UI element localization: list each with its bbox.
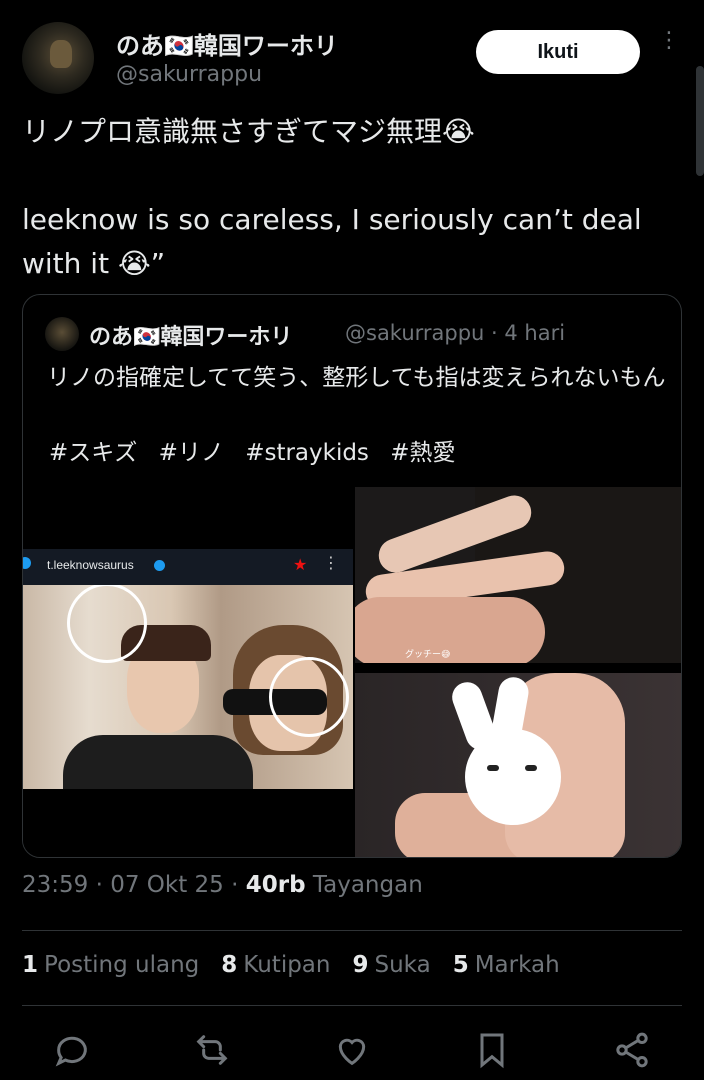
hashtag[interactable]: #straykids — [245, 440, 369, 466]
media-image-left[interactable]: t.leeknowsaurus ★ ⋮ — [23, 487, 353, 857]
hashtag[interactable]: #熱愛 — [390, 440, 455, 466]
views-count: 40rb — [245, 872, 306, 898]
story-dot-icon — [23, 557, 31, 569]
highlight-circle — [269, 657, 349, 737]
hashtag[interactable]: #リノ — [159, 440, 224, 466]
action-bar — [22, 1022, 682, 1078]
quoted-tweet-header: のあ🇰🇷韓国ワーホリ @sakurrappu · 4 hari — [45, 315, 665, 353]
author-display-name[interactable]: のあ🇰🇷韓国ワーホリ — [116, 26, 338, 61]
stat-likes[interactable]: 9 Suka — [352, 952, 430, 978]
media-image-right-top[interactable]: グッチー😅 — [355, 487, 681, 663]
bunny-eyes — [487, 765, 537, 775]
reply-icon[interactable] — [52, 1030, 92, 1070]
like-icon[interactable] — [332, 1030, 372, 1070]
screenshot-account-name: t.leeknowsaurus — [47, 558, 134, 572]
author-handle[interactable]: @sakurrappu — [116, 62, 262, 87]
verified-badge-icon — [154, 560, 165, 571]
hashtag[interactable]: #スキズ — [49, 440, 137, 466]
retweet-icon[interactable] — [192, 1030, 232, 1070]
tweet-text: リノプロ意識無さすぎてマジ無理😭 — [22, 115, 475, 148]
tweet-header: のあ🇰🇷韓国ワーホリ @sakurrappu Ikuti ⋮ — [22, 22, 682, 94]
stat-reposts[interactable]: 1 Posting ulang — [22, 952, 199, 978]
quoted-handle-time: @sakurrappu · 4 hari — [345, 321, 566, 345]
follow-button[interactable]: Ikuti — [476, 30, 640, 74]
screenshot-account-bar: t.leeknowsaurus ★ ⋮ — [23, 549, 353, 585]
media-image-right-bottom[interactable] — [355, 673, 681, 857]
quoted-display-name: のあ🇰🇷韓国ワーホリ — [89, 325, 293, 350]
screenshot-more-icon: ⋮ — [323, 553, 339, 572]
scrollbar[interactable] — [696, 66, 704, 176]
stat-quotes[interactable]: 8 Kutipan — [221, 952, 330, 978]
photo-couple — [23, 585, 353, 789]
bookmark-icon[interactable] — [472, 1030, 512, 1070]
tweet-translation: leeknow is so careless, I seriously can’… — [22, 203, 642, 280]
star-icon: ★ — [293, 555, 308, 574]
views-label: Tayangan — [305, 872, 423, 898]
share-icon[interactable] — [612, 1030, 652, 1070]
divider — [22, 930, 682, 931]
hashtag-list: #スキズ #リノ #straykids #熱愛 — [49, 433, 470, 467]
quoted-tweet[interactable]: のあ🇰🇷韓国ワーホリ @sakurrappu · 4 hari リノの指確定して… — [22, 294, 682, 858]
image-caption: グッチー😅 — [405, 650, 451, 660]
tweet-timestamp: 23:59 · 07 Okt 25 · 40rb Tayangan — [22, 872, 423, 898]
engagement-stats: 1 Posting ulang 8 Kutipan 9 Suka 5 Markah — [22, 952, 560, 978]
time-date[interactable]: 23:59 · 07 Okt 25 · — [22, 872, 246, 898]
divider — [22, 1005, 682, 1006]
bunny-ring — [465, 729, 561, 825]
stat-bookmarks[interactable]: 5 Markah — [453, 952, 560, 978]
quoted-text: リノの指確定してて笑う、整形しても指は変えられないもん — [47, 365, 666, 391]
highlight-circle — [67, 585, 147, 663]
more-options-icon[interactable]: ⋮ — [658, 30, 680, 70]
avatar[interactable] — [22, 22, 94, 94]
quoted-avatar — [45, 317, 79, 351]
